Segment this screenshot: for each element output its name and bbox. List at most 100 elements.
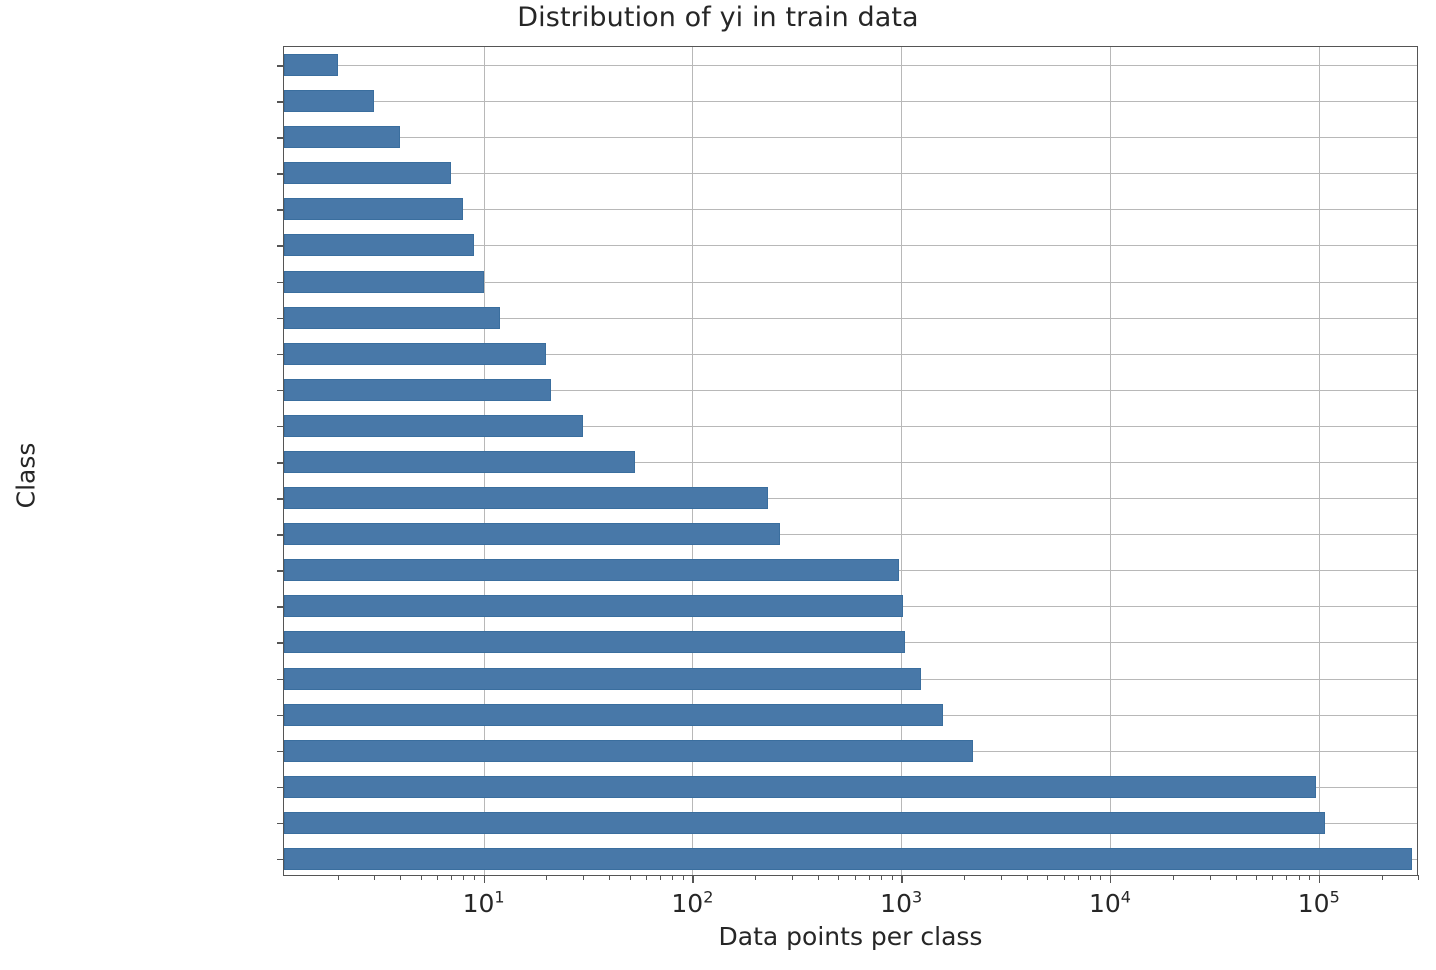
x-tick-minor — [818, 875, 820, 880]
bar-imap — [284, 306, 501, 329]
y-tick-mark — [277, 498, 284, 500]
y-tick-mark — [277, 173, 284, 175]
x-tick-label-exponent: 1 — [494, 887, 505, 907]
y-tick-mark — [277, 642, 284, 644]
x-tick-major — [1109, 875, 1112, 883]
x-tick-major — [901, 875, 903, 883]
x-tick-label-exponent: 4 — [1120, 887, 1131, 907]
y-tick-mark — [277, 534, 284, 536]
y-tick-mark — [277, 137, 284, 139]
figure-canvas: Distribution of yi in train data spyperl… — [0, 0, 1436, 970]
x-tick-label-base: 10 — [880, 889, 912, 918]
bar-ipsweep — [284, 667, 922, 690]
x-tick-minor — [1235, 875, 1237, 880]
x-tick-minor — [1089, 875, 1091, 880]
x-tick-minor — [1100, 875, 1102, 880]
x-tick-minor — [660, 875, 662, 880]
bar-warezclient — [284, 595, 903, 618]
bar-warezmaster — [284, 342, 547, 365]
x-tick-minor — [1255, 875, 1257, 880]
y-tick-mark — [277, 786, 284, 789]
x-tick-label: 105 — [1298, 889, 1340, 918]
y-tick-mark — [277, 245, 284, 247]
x-tick-minor — [868, 875, 870, 880]
bar-pod — [284, 523, 781, 546]
x-tick-label-exponent: 2 — [703, 887, 714, 907]
y-tick-mark — [277, 858, 284, 861]
x-tick-label-base: 10 — [1297, 889, 1330, 918]
bar-multihop — [284, 162, 452, 185]
bar-back — [284, 739, 973, 762]
y-tick-mark — [277, 570, 284, 572]
x-tick-minor — [437, 875, 439, 880]
gridline-horizontal — [284, 137, 1417, 139]
x-tick-minor — [420, 875, 422, 880]
x-tick-minor — [682, 875, 684, 880]
x-tick-minor — [880, 875, 882, 880]
x-tick-minor — [337, 875, 339, 880]
y-tick-mark — [277, 678, 284, 681]
bar-teardrop — [284, 559, 900, 582]
y-tick-mark — [277, 101, 284, 103]
y-tick-mark — [277, 425, 284, 428]
x-tick-minor — [1063, 875, 1065, 880]
x-tick-minor — [964, 875, 966, 880]
x-tick-minor — [1286, 875, 1288, 880]
bar-land — [284, 378, 551, 401]
x-tick-minor — [891, 875, 893, 880]
x-tick-major — [692, 875, 694, 883]
x-tick-label: 102 — [671, 889, 713, 918]
x-tick-minor — [755, 875, 757, 880]
y-tick-mark — [277, 389, 284, 392]
y-tick-mark — [277, 281, 284, 284]
y-tick-mark — [277, 317, 284, 320]
x-tick-minor — [1309, 875, 1311, 880]
gridline-horizontal — [284, 101, 1417, 103]
bar-neptune — [284, 811, 1326, 834]
y-tick-mark — [277, 606, 284, 608]
x-tick-minor — [609, 875, 611, 880]
x-tick-minor — [1381, 875, 1383, 880]
y-tick-mark — [277, 209, 284, 211]
x-axis-title: Data points per class — [718, 922, 983, 951]
x-tick-minor — [1172, 875, 1174, 880]
bar-phf — [284, 126, 401, 149]
gridline-horizontal — [284, 65, 1417, 67]
x-tick-label: 101 — [463, 889, 505, 918]
x-tick-label: 104 — [1089, 889, 1131, 918]
y-tick-mark — [277, 822, 284, 825]
gridline-horizontal — [284, 173, 1417, 175]
x-tick-major — [1318, 875, 1321, 883]
x-tick-minor — [400, 875, 402, 880]
x-tick-major — [483, 875, 486, 883]
bar-smurf — [284, 847, 1413, 870]
y-tick-mark — [277, 353, 284, 356]
x-tick-minor — [474, 875, 476, 880]
x-tick-minor — [646, 875, 648, 880]
plot-area: spyperlphfmultihopftp_writeloadmoduleroo… — [277, 46, 1420, 918]
x-tick-minor — [792, 875, 793, 880]
x-tick-label-base: 10 — [462, 889, 495, 918]
y-axis-title: Class — [11, 442, 41, 509]
bar-perl — [284, 90, 375, 113]
bar-ftp_write — [284, 198, 464, 221]
bar-spy — [284, 54, 338, 77]
x-tick-minor — [838, 875, 840, 880]
y-tick-mark — [277, 714, 284, 717]
y-tick-mark — [277, 750, 284, 753]
x-tick-minor — [583, 875, 585, 880]
x-tick-minor — [1000, 875, 1002, 880]
bar-buffer_overflow — [284, 414, 584, 437]
chart-title: Distribution of yi in train data — [517, 2, 919, 33]
y-tick-mark — [277, 65, 284, 67]
y-tick-mark — [277, 462, 284, 464]
x-tick-minor — [463, 875, 465, 880]
bar-loadmodule — [284, 234, 475, 257]
x-tick-label-base: 10 — [1088, 889, 1121, 918]
x-tick-label: 103 — [880, 889, 922, 918]
bar-guess_passwd — [284, 451, 635, 473]
x-tick-minor — [546, 875, 548, 880]
x-tick-minor — [1209, 875, 1211, 880]
x-tick-minor — [374, 875, 376, 880]
x-tick-label-base: 10 — [671, 889, 704, 918]
